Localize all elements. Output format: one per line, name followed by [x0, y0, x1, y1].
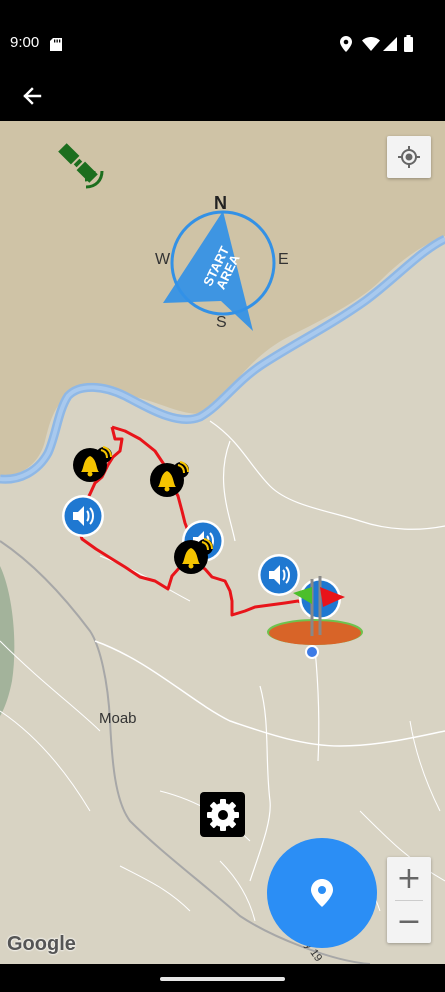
location-pin-icon — [311, 879, 333, 907]
home-handle[interactable] — [160, 977, 285, 981]
my-location-icon — [398, 146, 420, 168]
my-location-button[interactable] — [387, 136, 431, 178]
place-label-moab: Moab — [99, 710, 137, 727]
signal-icon — [383, 37, 397, 51]
status-bar: 9:00 — [0, 0, 445, 66]
location-icon — [340, 36, 352, 52]
bell-marker[interactable] — [172, 537, 214, 575]
bell-icon — [174, 538, 213, 574]
google-attribution[interactable]: Google — [7, 933, 76, 956]
zoom-controls: + − — [387, 857, 431, 943]
sd-card-icon — [50, 38, 62, 51]
bell-icon — [73, 446, 112, 482]
arrow-back-icon — [23, 87, 42, 105]
status-time: 9:00 — [10, 34, 40, 51]
battery-icon — [404, 35, 413, 52]
gear-icon — [206, 798, 239, 831]
bell-marker[interactable] — [148, 460, 190, 498]
system-nav-bar — [0, 964, 445, 992]
zoom-in-button[interactable]: + — [387, 857, 431, 900]
bell-icon — [150, 461, 189, 497]
compass-west: W — [155, 251, 171, 268]
wifi-icon — [362, 37, 380, 51]
audio-marker[interactable] — [61, 494, 105, 538]
satellite-icon — [58, 143, 104, 189]
bell-marker[interactable] — [71, 445, 113, 483]
app-bar — [0, 66, 445, 121]
user-location-dot — [305, 645, 319, 659]
speaker-icon — [62, 495, 104, 537]
back-button[interactable] — [12, 74, 52, 114]
add-location-fab[interactable] — [267, 838, 377, 948]
zoom-out-button[interactable]: − — [387, 900, 431, 943]
start-finish-marker[interactable] — [265, 571, 365, 651]
compass-north: N — [214, 193, 227, 213]
settings-button[interactable] — [200, 792, 245, 837]
compass-east: E — [278, 251, 289, 268]
map-view[interactable]: N W E S START AREA Moab y 19 — [0, 121, 445, 964]
compass-south: S — [216, 314, 227, 331]
flag-icon — [267, 576, 363, 645]
